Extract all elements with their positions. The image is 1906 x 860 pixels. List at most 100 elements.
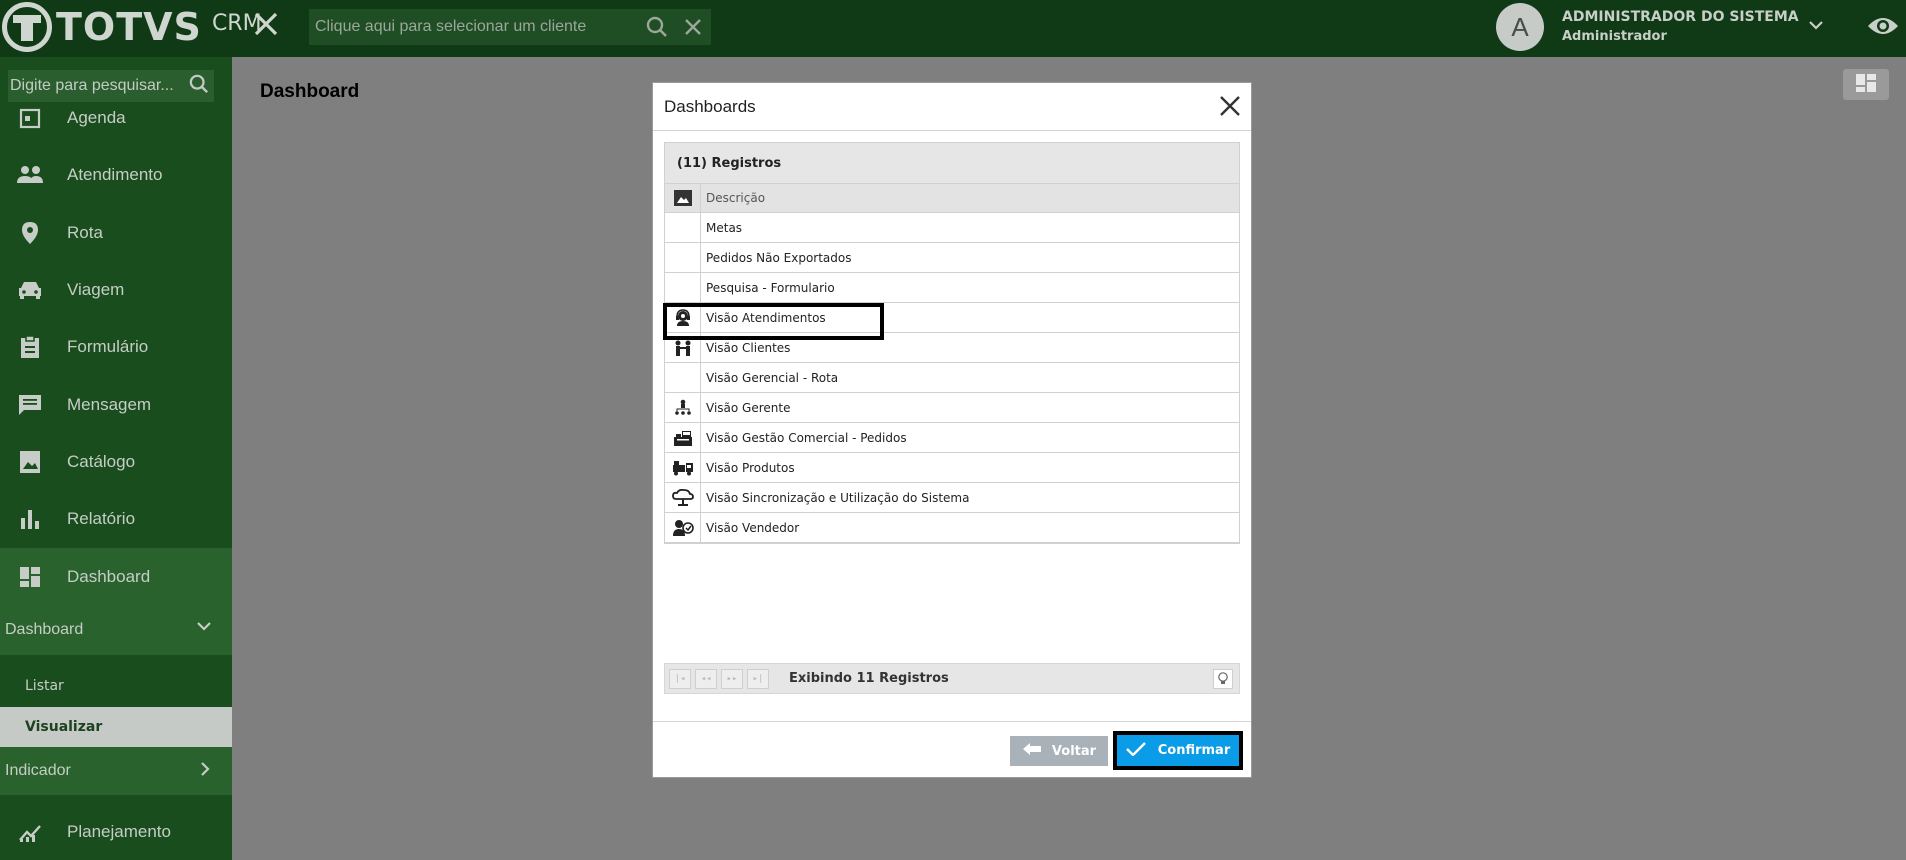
sidebar-item-catalogo[interactable]: Catálogo xyxy=(0,434,232,490)
last-page-button[interactable]: ▸| xyxy=(747,668,769,689)
top-bar: TOTVS CRM Clique aqui para selecionar um… xyxy=(0,0,1906,57)
avatar[interactable]: A xyxy=(1496,3,1544,51)
dashboards-grid: (11) Registros Descrição Metas Pedidos N… xyxy=(663,142,1240,544)
confirm-button-label: Confirmar xyxy=(1157,743,1231,758)
client-selector[interactable]: Clique aqui para selecionar um cliente xyxy=(309,9,711,45)
sidebar-item-label: Catálogo xyxy=(67,452,136,471)
sidebar-item-label: Mensagem xyxy=(67,395,152,414)
trending-up-icon xyxy=(15,819,45,845)
grid-pager: |◂ ◂◂ ▸▸ ▸| Exibindo 11 Registros xyxy=(664,663,1240,694)
dashboards-modal: Dashboards (11) Registros Descrição Meta… xyxy=(652,82,1252,778)
sidebar-item-planejamento[interactable]: Planejamento xyxy=(0,804,232,860)
pager-status: Exibindo 11 Registros xyxy=(789,671,949,686)
submenu-item-label: Visualizar xyxy=(25,719,103,735)
sidebar-item-mensagem[interactable]: Mensagem xyxy=(0,377,232,433)
sidebar-item-label: Rota xyxy=(67,223,103,242)
sidebar-item-dashboard[interactable]: Dashboard xyxy=(0,548,232,605)
image-column-icon[interactable] xyxy=(665,184,701,212)
chevron-right-icon[interactable] xyxy=(198,761,212,782)
table-row-selected[interactable]: Visão Atendimentos xyxy=(663,303,1239,340)
sidebar-item-rota[interactable]: Rota xyxy=(0,205,232,261)
sidebar-item-label: Dashboard xyxy=(67,566,151,586)
row-label: Visão Gestão Comercial - Pedidos xyxy=(706,430,907,445)
first-page-button[interactable]: |◂ xyxy=(669,668,691,689)
headset-agent-icon xyxy=(665,303,701,332)
clipboard-icon xyxy=(15,334,45,360)
submenu-item-label: Listar xyxy=(25,678,64,694)
modal-header: Dashboards xyxy=(653,83,1251,131)
sidebar-item-label: Indicador xyxy=(5,762,71,779)
row-label: Visão Clientes xyxy=(706,340,791,355)
row-label: Pesquisa - Formulario xyxy=(706,280,835,295)
user-role: Administrador xyxy=(1562,29,1667,44)
back-button[interactable]: Voltar xyxy=(1010,736,1108,766)
modal-title: Dashboards xyxy=(664,97,756,116)
row-label: Visão Atendimentos xyxy=(706,310,826,325)
brand-name: TOTVS xyxy=(56,5,202,49)
submenu-item-listar[interactable]: Listar xyxy=(0,666,232,706)
submenu-dashboard-header[interactable]: Dashboard xyxy=(0,605,232,655)
table-row[interactable]: Visão Gerente xyxy=(665,393,1239,423)
org-chart-icon xyxy=(665,393,701,422)
next-page-button[interactable]: ▸▸ xyxy=(721,668,743,689)
dashboard-layout-icon xyxy=(1855,73,1877,97)
sidebar-item-viagem[interactable]: Viagem xyxy=(0,262,232,318)
bar-chart-icon xyxy=(15,506,45,532)
modal-footer: Voltar Confirmar xyxy=(653,721,1251,779)
row-icon-empty xyxy=(665,363,701,392)
table-row[interactable]: Visão Gestão Comercial - Pedidos xyxy=(665,423,1239,453)
row-label: Metas xyxy=(706,220,743,235)
table-row[interactable]: Visão Gerencial - Rota xyxy=(665,363,1239,393)
table-row[interactable]: Visão Vendedor xyxy=(665,513,1239,543)
confirm-button[interactable]: Confirmar xyxy=(1113,731,1243,770)
row-label: Visão Gerencial - Rota xyxy=(706,370,839,385)
row-icon-empty xyxy=(665,243,701,272)
table-row[interactable]: Visão Clientes xyxy=(665,333,1239,363)
sidebar-item-label: Viagem xyxy=(67,280,125,299)
checkmark-icon xyxy=(1125,741,1146,760)
arrow-left-icon xyxy=(1022,742,1042,760)
clients-icon xyxy=(665,333,701,362)
table-row[interactable]: Metas xyxy=(665,213,1239,243)
page-title: Dashboard xyxy=(260,81,360,102)
grid-header: Descrição xyxy=(665,184,1239,213)
sidebar-item-label: Relatório xyxy=(67,509,136,528)
row-label: Pedidos Não Exportados xyxy=(706,250,852,265)
chevron-down-icon[interactable] xyxy=(196,619,212,638)
message-icon xyxy=(15,392,45,418)
sidebar-item-relatorio[interactable]: Relatório xyxy=(0,491,232,547)
back-button-label: Voltar xyxy=(1051,743,1097,759)
sidebar-item-label: Formulário xyxy=(67,337,149,356)
row-label: Visão Vendedor xyxy=(706,520,800,535)
cloud-sync-icon xyxy=(665,483,701,512)
eye-icon[interactable] xyxy=(1866,14,1900,38)
table-row[interactable]: Visão Sincronização e Utilização do Sist… xyxy=(665,483,1239,513)
sidebar-item-indicador[interactable]: Indicador xyxy=(0,747,232,795)
row-icon-empty xyxy=(665,273,701,302)
calendar-icon xyxy=(15,105,45,131)
sidebar-item-formulario[interactable]: Formulário xyxy=(0,319,232,375)
clear-icon[interactable] xyxy=(675,9,711,45)
prev-page-button[interactable]: ◂◂ xyxy=(695,668,717,689)
sidebar-item-agenda[interactable]: Agenda xyxy=(0,90,232,146)
sidebar-item-atendimento[interactable]: Atendimento xyxy=(0,147,232,203)
submenu-title: Dashboard xyxy=(5,621,84,638)
car-icon xyxy=(15,277,45,303)
search-icon[interactable] xyxy=(639,9,675,45)
row-label: Visão Produtos xyxy=(706,460,795,475)
user-name[interactable]: ADMINISTRADOR DO SISTEMA xyxy=(1562,9,1799,25)
row-icon-empty xyxy=(665,213,701,242)
layout-toggle-button[interactable] xyxy=(1843,69,1889,100)
chevron-down-icon[interactable] xyxy=(1808,15,1824,36)
table-row[interactable]: Pedidos Não Exportados xyxy=(665,243,1239,273)
submenu-item-visualizar[interactable]: Visualizar xyxy=(0,707,232,747)
close-icon[interactable] xyxy=(250,10,282,42)
sidebar-item-label: Agenda xyxy=(67,108,126,127)
table-row[interactable]: Pesquisa - Formulario xyxy=(665,273,1239,303)
table-row[interactable]: Visão Produtos xyxy=(665,453,1239,483)
lightbulb-icon[interactable] xyxy=(1213,669,1233,689)
dashboard-icon xyxy=(15,564,45,590)
totvs-logo[interactable]: TOTVS CRM xyxy=(2,2,262,52)
column-header-descricao[interactable]: Descrição xyxy=(701,184,1239,212)
close-icon[interactable] xyxy=(1219,95,1243,119)
